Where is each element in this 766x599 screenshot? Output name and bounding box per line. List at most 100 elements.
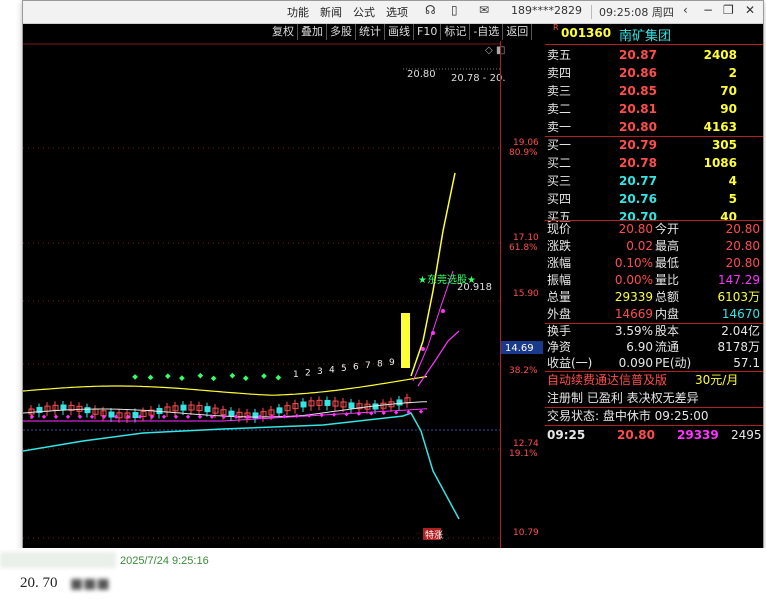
green-dot (147, 374, 154, 381)
sell-row[interactable]: 卖三 20.85 70 (545, 83, 763, 99)
top-price: 20.80 (407, 69, 436, 80)
stat-row: 涨跌 0.02 最高 20.80 (545, 238, 763, 254)
y-axis-line (500, 41, 501, 549)
menu-formula[interactable]: 公式 (353, 4, 375, 20)
ob-price: 20.80 (619, 120, 657, 134)
tb-overlay[interactable]: 叠加 (298, 24, 327, 40)
account-label[interactable]: 189****2829 (511, 4, 582, 17)
ob-label: 买二 (547, 156, 572, 170)
stat-label: 总额 (655, 290, 680, 304)
ob-vol: 2 (728, 66, 737, 80)
buy-row[interactable]: 买二 20.78 1086 (545, 155, 763, 171)
chevron-left-icon[interactable]: ‹ (683, 3, 688, 17)
tb-multi[interactable]: 多股 (327, 24, 356, 40)
magenta-dot (41, 414, 47, 419)
restore-icon[interactable]: ❐ (723, 3, 734, 17)
kline-chart[interactable]: 20.80 20.78 - 20. 20.918 ★东莞选股★ 14.69 特涨… (23, 41, 543, 549)
buy-row[interactable]: 买一 20.79 305 (545, 137, 763, 153)
stat-row: 涨幅 0.10% 最低 20.80 (545, 255, 763, 271)
buy-row[interactable]: 买三 20.77 4 (545, 173, 763, 189)
stat-row: 换手 3.59% 股本 2.04亿 (545, 323, 763, 339)
minimize-icon[interactable]: − (703, 3, 713, 17)
wave-number: 7 (365, 361, 371, 371)
ob-vol: 70 (720, 84, 737, 98)
ob-label: 卖三 (547, 84, 572, 98)
green-dot (132, 374, 138, 380)
stat-label: 最低 (655, 256, 680, 270)
magenta-dot (331, 412, 337, 417)
chat-icon[interactable]: ☊ (425, 3, 436, 17)
ma-line-yellow (23, 375, 428, 396)
menu-options[interactable]: 选项 (386, 4, 408, 20)
ob-vol: 1086 (703, 156, 737, 170)
candle-body (324, 399, 331, 406)
trade-status-row: 交易状态: 盘中休市 09:25:00 (547, 408, 765, 424)
y-axis-value: 15.90 (513, 289, 539, 299)
stat-row: 净资 6.90 流通 8178万 (545, 339, 763, 355)
tick-row: 09:25 20.80 29339 2495 (545, 427, 763, 443)
candle-body (276, 407, 283, 414)
ob-vol: 4 (728, 174, 737, 188)
stock-terminal-window: 功能 新闻 公式 选项 ☊ ▯ ✉ 189****2829 09:25:08 周… (22, 0, 764, 550)
stat-label: 净资 (547, 340, 572, 354)
close-icon[interactable]: ✕ (745, 3, 755, 17)
caption-area: 2025/7/24 9:25:16 20. 70 ■■■ (0, 548, 766, 599)
tb-draw[interactable]: 画线 (385, 24, 414, 40)
magenta-dot (441, 309, 445, 313)
green-dot (261, 373, 267, 379)
ob-price: 20.87 (619, 48, 657, 62)
menu-function[interactable]: 功能 (287, 4, 309, 20)
tick-price: 20.80 (617, 428, 655, 442)
green-dot (197, 372, 204, 379)
stat-value: 0.10% (614, 256, 653, 270)
sell-row[interactable]: 卖一 20.80 4163 (545, 119, 763, 135)
y-axis-value: 12.74 (513, 439, 539, 449)
tb-stats[interactable]: 统计 (356, 24, 385, 40)
wave-number: 6 (353, 363, 359, 373)
ob-vol: 305 (711, 138, 737, 152)
stat-value: 14670 (721, 307, 760, 321)
quote-panel: R 001360 南矿集团 卖五 20.87 2408 卖四 20.86 2 卖三 20.85… (545, 23, 763, 549)
stat-value: 29339 (614, 290, 653, 304)
wave-number: 2 (305, 369, 311, 379)
candle-body (132, 412, 139, 419)
menu-news[interactable]: 新闻 (320, 4, 342, 20)
stat-value: 57.1 (733, 356, 760, 370)
tb-back[interactable]: 返回 (503, 24, 533, 40)
ob-vol: 4163 (703, 120, 737, 134)
tb-watchlist[interactable]: -自选 (470, 24, 504, 40)
green-dot (242, 375, 249, 382)
ob-label: 买一 (547, 138, 572, 152)
tb-f10[interactable]: F10 (414, 24, 442, 40)
y-axis-pct: 61.8% (509, 243, 538, 253)
diamond-icon[interactable]: ◇ ◧ (485, 45, 505, 56)
ad-row[interactable]: 自动续费通达信普及版 30元/月 (547, 372, 765, 388)
sell-row[interactable]: 卖四 20.86 2 (545, 65, 763, 81)
tb-adjust[interactable]: 复权 (269, 24, 298, 40)
stat-label: 收益(一) (547, 356, 593, 370)
mail-icon[interactable]: ✉ (479, 3, 489, 17)
magenta-dot (431, 331, 435, 335)
stock-name: 南矿集团 (619, 29, 672, 44)
ob-label: 卖五 (547, 48, 572, 62)
stat-label: 最高 (655, 239, 680, 253)
sell-row[interactable]: 卖二 20.81 90 (545, 101, 763, 117)
green-dot (210, 375, 217, 382)
disk-icon[interactable]: ▯ (451, 3, 458, 17)
sell-row[interactable]: 卖五 20.87 2408 (545, 47, 763, 63)
stat-value: 20.80 (725, 239, 760, 253)
stat-label: 外盘 (547, 307, 572, 321)
stat-value: 20.80 (725, 222, 760, 236)
magenta-dot (307, 413, 312, 418)
stat-label: 总量 (547, 290, 572, 304)
ob-label: 卖四 (547, 66, 572, 80)
tb-mark[interactable]: 标记 (441, 24, 471, 40)
tick-num: 2495 (731, 428, 762, 442)
ob-price: 20.76 (619, 192, 657, 206)
buy-row[interactable]: 买四 20.76 5 (545, 191, 763, 207)
stat-row: 外盘 14669 内盘 14670 (545, 306, 763, 322)
stat-label: 换手 (547, 324, 572, 338)
ob-label: 买三 (547, 174, 572, 188)
magenta-dot (421, 347, 425, 351)
candle-body (108, 411, 115, 418)
